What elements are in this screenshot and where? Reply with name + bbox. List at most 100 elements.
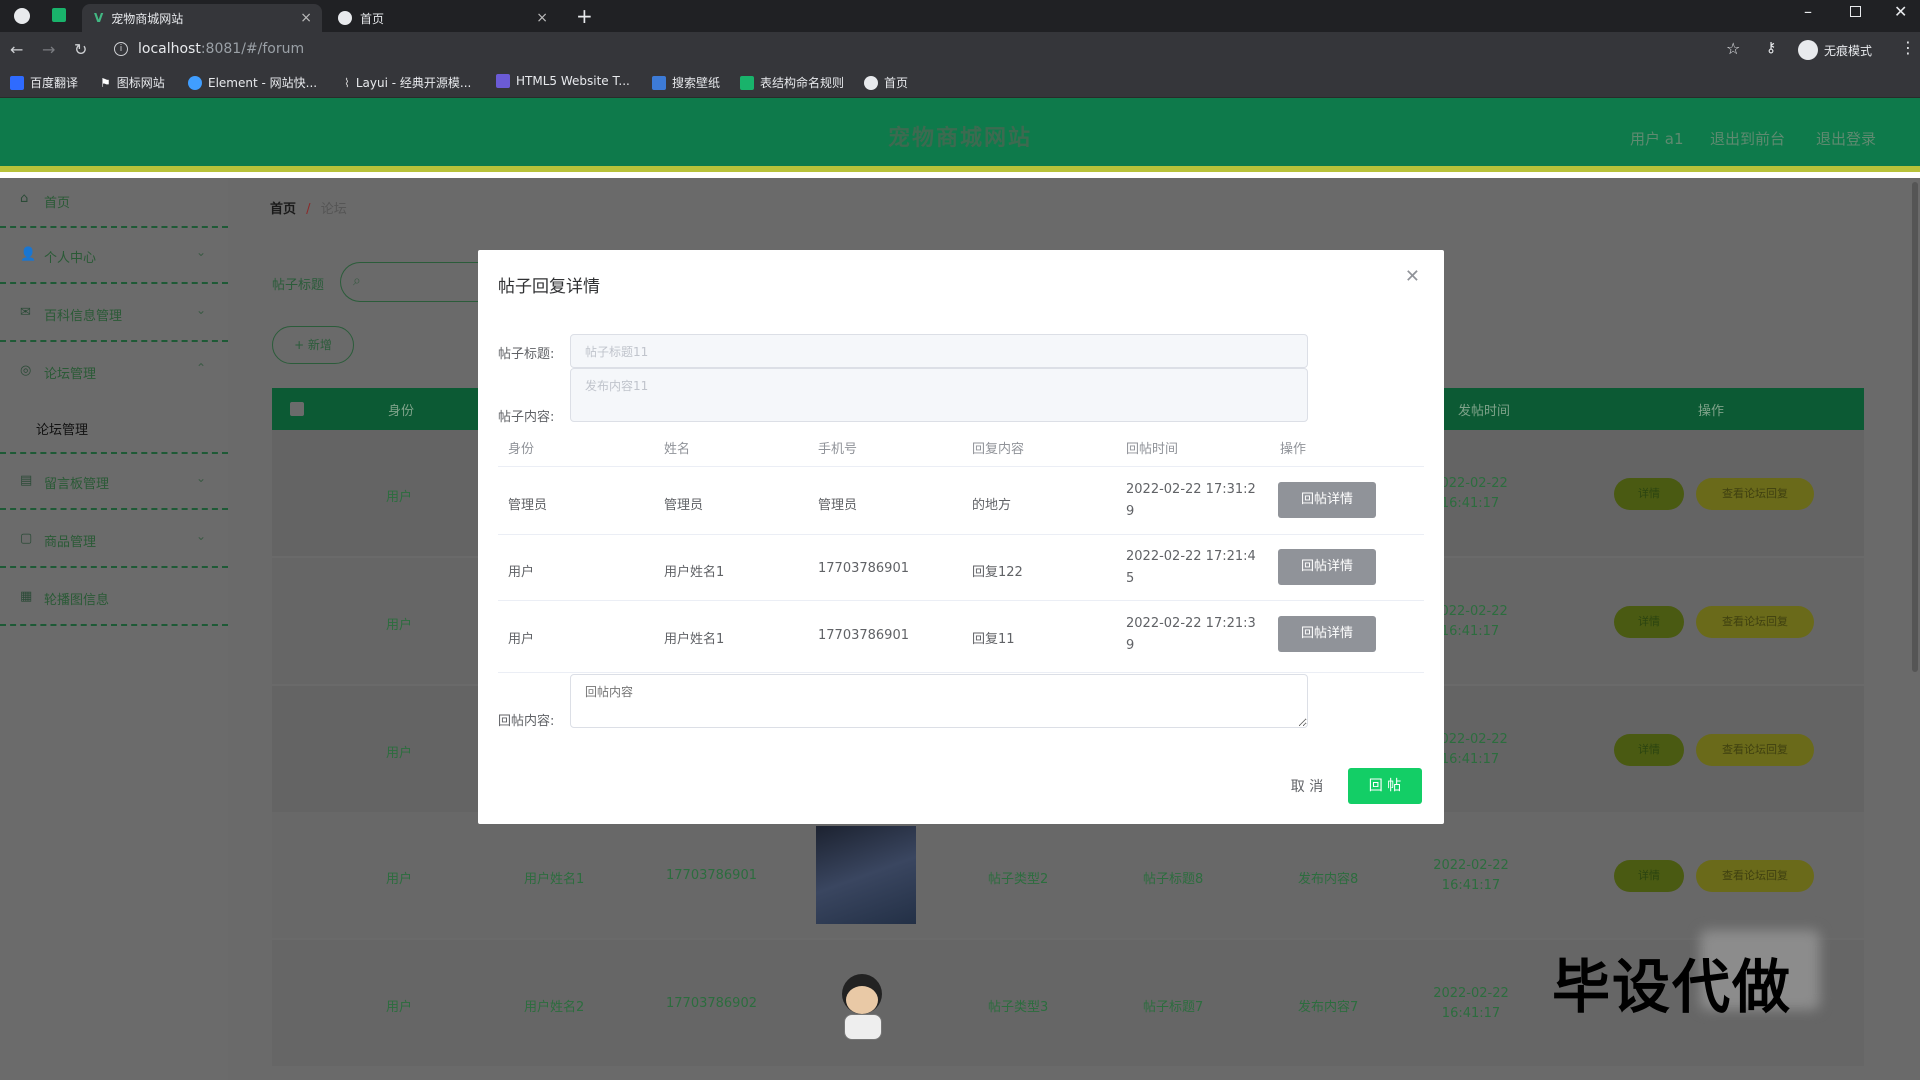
forward-icon[interactable]: → (42, 40, 55, 59)
view-reply-button[interactable]: 查看论坛回复 (1696, 478, 1814, 510)
bookmarks-bar: 百度翻译 ⚑ 图标网站 Element - 网站快... ⌇ Layui - 经典开… (0, 68, 1920, 98)
tab-label: 首页 (360, 11, 385, 26)
reply-detail-button[interactable]: 回帖详情 (1278, 482, 1376, 518)
minimize-icon[interactable]: – (1804, 2, 1812, 21)
vue-icon: V (94, 11, 104, 25)
col-time: 回帖时间 (1126, 442, 1179, 457)
chevron-down-icon: ⌄ (196, 529, 207, 543)
bookmark-icon (188, 75, 202, 90)
tab-active[interactable]: V 宠物商城网站 × (82, 4, 322, 32)
user-icon: 👤 (20, 247, 37, 262)
reply-detail-button[interactable]: 回帖详情 (1278, 616, 1376, 652)
sidebar-item-label: 论坛管理 (36, 423, 89, 438)
view-reply-button[interactable]: 查看论坛回复 (1696, 606, 1814, 638)
tab-home[interactable]: 首页 × (326, 4, 558, 32)
detail-button[interactable]: 详情 (1614, 606, 1684, 638)
search-icon: ⌕ (353, 273, 361, 289)
reply-name: 用户姓名1 (664, 632, 725, 647)
post-title-field[interactable]: 帖子标题11 (570, 334, 1308, 368)
sidebar-item-goods[interactable]: ▢ 商品管理 ⌄ (0, 512, 228, 568)
reply-content: 回复122 (972, 565, 1023, 580)
sidebar-item-carousel[interactable]: ▦ 轮播图信息 (0, 570, 228, 626)
goods-icon: ▢ (20, 531, 33, 546)
reply-detail-dialog: 帖子回复详情 ✕ 帖子标题: 帖子标题11 帖子内容: 发布内容11 身份 姓名… (478, 250, 1444, 824)
info-icon[interactable]: i (114, 42, 128, 56)
reply-identity: 管理员 (508, 498, 548, 513)
sidebar-subitem-forum-manage[interactable]: 论坛管理 (0, 400, 228, 454)
back-to-front-link[interactable]: 退出到前台 (1710, 128, 1785, 149)
close-icon[interactable]: ✕ (1405, 266, 1420, 287)
app-icon[interactable] (52, 8, 66, 22)
logout-link[interactable]: 退出登录 (1816, 128, 1876, 149)
close-icon[interactable]: × (536, 10, 548, 26)
reply-detail-button[interactable]: 回帖详情 (1278, 549, 1376, 585)
bookmark-item[interactable]: 搜索壁纸 (652, 74, 720, 91)
bookmark-icon (10, 75, 24, 90)
star-icon[interactable]: ☆ (1726, 39, 1740, 58)
sidebar-item-home[interactable]: ⌂ 首页 (0, 178, 228, 228)
bookmark-label: 百度翻译 (30, 76, 79, 90)
sidebar: ⌂ 首页 👤 个人中心 ⌄ ✉ 百科信息管理 ⌄ ◎ 论坛管理 ⌃ 论坛管理 ▤… (0, 178, 228, 1080)
submit-reply-button[interactable]: 回 帖 (1348, 768, 1422, 804)
cancel-button[interactable]: 取 消 (1272, 768, 1342, 804)
bookmark-item[interactable]: 表结构命名规则 (740, 74, 844, 91)
bookmark-item[interactable]: Element - 网站快... (188, 74, 317, 91)
window-close-icon[interactable]: ✕ (1894, 2, 1907, 21)
detail-button[interactable]: 详情 (1614, 734, 1684, 766)
reply-time-wrap: 9 (1126, 638, 1135, 653)
layui-icon: ⌇ (344, 75, 350, 90)
reply-identity: 用户 (508, 632, 535, 647)
bookmark-item[interactable]: 百度翻译 (10, 74, 78, 91)
sidebar-item-profile[interactable]: 👤 个人中心 ⌄ (0, 228, 228, 284)
cell-type: 帖子类型2 (988, 872, 1049, 887)
back-icon[interactable]: ← (10, 40, 23, 59)
reply-content-textarea[interactable] (570, 674, 1308, 728)
detail-button[interactable]: 详情 (1614, 478, 1684, 510)
bookmark-item[interactable]: HTML5 Website T... (496, 74, 630, 88)
reply-name: 用户姓名1 (664, 565, 725, 580)
cell-content: 发布内容8 (1298, 872, 1359, 887)
flag-icon: ⚑ (100, 75, 111, 90)
cell-identity: 用户 (386, 872, 413, 887)
search-input[interactable]: ⌕ (340, 262, 480, 302)
divider (498, 672, 1424, 673)
url-field[interactable]: localhost:8081/#/forum (138, 41, 304, 57)
profile-label[interactable]: 无痕模式 (1824, 42, 1872, 59)
post-content-field[interactable]: 发布内容11 (570, 368, 1308, 422)
incognito-icon[interactable] (1798, 40, 1818, 60)
user-name: 用户 a1 (1630, 130, 1684, 148)
home-icon: ⌂ (20, 191, 29, 206)
address-bar-row: ← → ↻ i localhost:8081/#/forum ☆ ⚷ 无痕模式 … (0, 32, 1920, 68)
close-icon[interactable]: × (300, 10, 312, 26)
add-button[interactable]: + 新增 (272, 326, 354, 364)
reply-time-wrap: 5 (1126, 571, 1135, 586)
bookmark-item[interactable]: ⌇ Layui - 经典开源模... (344, 74, 471, 91)
key-icon[interactable]: ⚷ (1766, 40, 1776, 56)
reload-icon[interactable]: ↻ (74, 40, 87, 59)
bookmark-item[interactable]: 首页 (864, 74, 908, 91)
divider (498, 600, 1424, 601)
chevron-down-icon: ⌄ (196, 471, 207, 485)
reply-content-label: 回帖内容: (498, 714, 555, 729)
reply-time-wrap: 9 (1126, 504, 1135, 519)
post-content-label: 帖子内容: (498, 410, 555, 425)
new-tab-icon[interactable]: + (576, 4, 593, 28)
select-all-checkbox[interactable] (290, 402, 304, 416)
view-reply-button[interactable]: 查看论坛回复 (1696, 734, 1814, 766)
menu-icon[interactable]: ⋮ (1900, 38, 1916, 57)
cell-identity: 用户 (386, 490, 413, 505)
bookmark-label: 表结构命名规则 (760, 76, 845, 90)
detail-button[interactable]: 详情 (1614, 860, 1684, 892)
browser-tab-bar: V 宠物商城网站 × 首页 × + – ✕ (0, 0, 1920, 32)
restore-icon[interactable] (1850, 6, 1861, 17)
view-reply-button[interactable]: 查看论坛回复 (1696, 860, 1814, 892)
avatar-image (816, 826, 916, 924)
sidebar-item-forum[interactable]: ◎ 论坛管理 ⌃ (0, 344, 228, 400)
bookmark-item[interactable]: ⚑ 图标网站 (100, 74, 165, 91)
sidebar-item-message-board[interactable]: ▤ 留言板管理 ⌄ (0, 454, 228, 510)
sidebar-item-wiki[interactable]: ✉ 百科信息管理 ⌄ (0, 286, 228, 342)
tab-label: 宠物商城网站 (111, 11, 184, 26)
col-identity: 身份 (508, 442, 535, 457)
scrollbar[interactable] (1912, 182, 1918, 672)
breadcrumb-home[interactable]: 首页 (270, 202, 296, 217)
